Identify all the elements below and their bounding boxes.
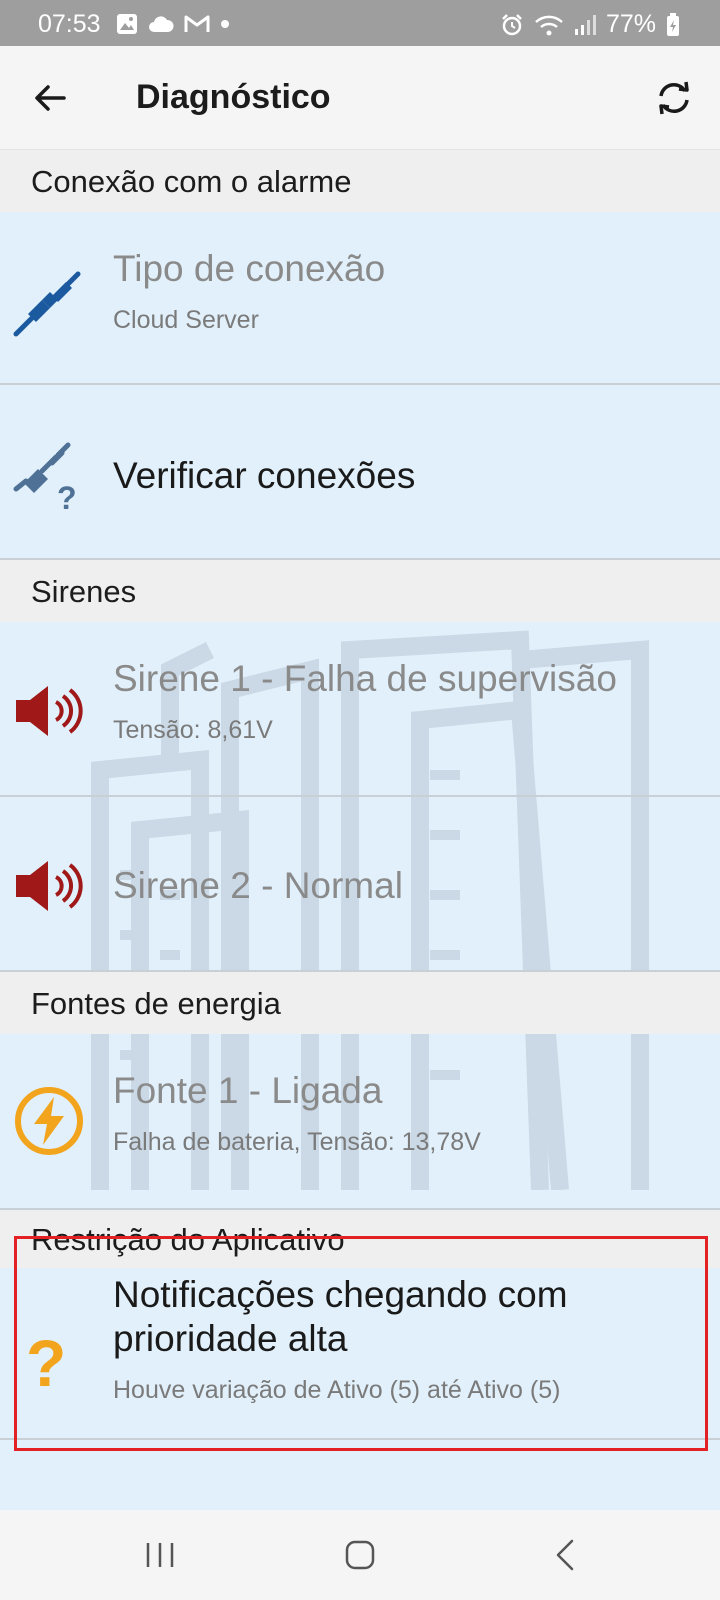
list-item-connection-type[interactable]: Tipo de conexão Cloud Server (0, 212, 720, 385)
gmail-icon (184, 15, 210, 32)
status-bar: 07:53 77% (0, 0, 720, 46)
back-arrow-icon[interactable] (30, 78, 70, 118)
item-title: Tipo de conexão (113, 248, 386, 289)
system-nav-bar (0, 1510, 720, 1600)
section-title: Sirenes (31, 574, 137, 609)
speaker-icon (16, 686, 83, 736)
app-bar: Diagnóstico (0, 46, 720, 150)
back-nav-icon[interactable] (546, 1535, 586, 1575)
list-item-siren-2[interactable]: Sirene 2 - Normal (0, 797, 720, 972)
refresh-icon[interactable] (652, 76, 696, 120)
battery-charging-icon (667, 12, 679, 36)
page-title: Diagnóstico (136, 78, 331, 116)
gallery-icon (117, 14, 137, 34)
item-title: Sirene 1 - Falha de supervisão (113, 658, 617, 699)
wifi-icon (535, 15, 563, 35)
section-title: Conexão com o alarme (31, 164, 352, 199)
signal-icon (574, 14, 596, 35)
home-icon[interactable] (340, 1535, 380, 1575)
item-subtitle: Tensão: 8,61V (113, 716, 273, 744)
item-title: Sirene 2 - Normal (113, 865, 403, 906)
item-title: Verificar conexões (113, 455, 416, 496)
list-item-power-source-1[interactable]: Fonte 1 - Ligada Falha de bateria, Tensã… (0, 1034, 720, 1210)
item-subtitle: Cloud Server (113, 306, 259, 334)
plug-question-icon: ? (13, 442, 77, 511)
plug-connected-icon (13, 271, 81, 337)
cloud-icon (149, 16, 174, 32)
item-subtitle: Falha de bateria, Tensão: 13,78V (113, 1128, 481, 1156)
section-header-connection: Conexão com o alarme (0, 150, 720, 212)
speaker-icon (16, 861, 83, 911)
section-header-power: Fontes de energia (0, 972, 720, 1034)
battery-percent: 77% (605, 10, 656, 38)
system-icons: 77% (500, 10, 680, 39)
recent-apps-icon[interactable] (140, 1535, 180, 1575)
svg-text:?: ? (57, 480, 77, 511)
list-item-siren-1[interactable]: Sirene 1 - Falha de supervisão Tensão: 8… (0, 622, 720, 797)
item-title: Fonte 1 - Ligada (113, 1070, 383, 1111)
dot-icon (221, 20, 229, 28)
section-header-sirens: Sirenes (0, 560, 720, 622)
section-title: Fontes de energia (31, 986, 281, 1021)
alarm-icon (502, 13, 522, 35)
highlight-box (14, 1236, 708, 1451)
list-item-verify-connections[interactable]: ? Verificar conexões (0, 385, 720, 560)
notification-icons (116, 13, 230, 35)
lightning-icon (15, 1087, 83, 1155)
status-time: 07:53 (38, 10, 101, 38)
